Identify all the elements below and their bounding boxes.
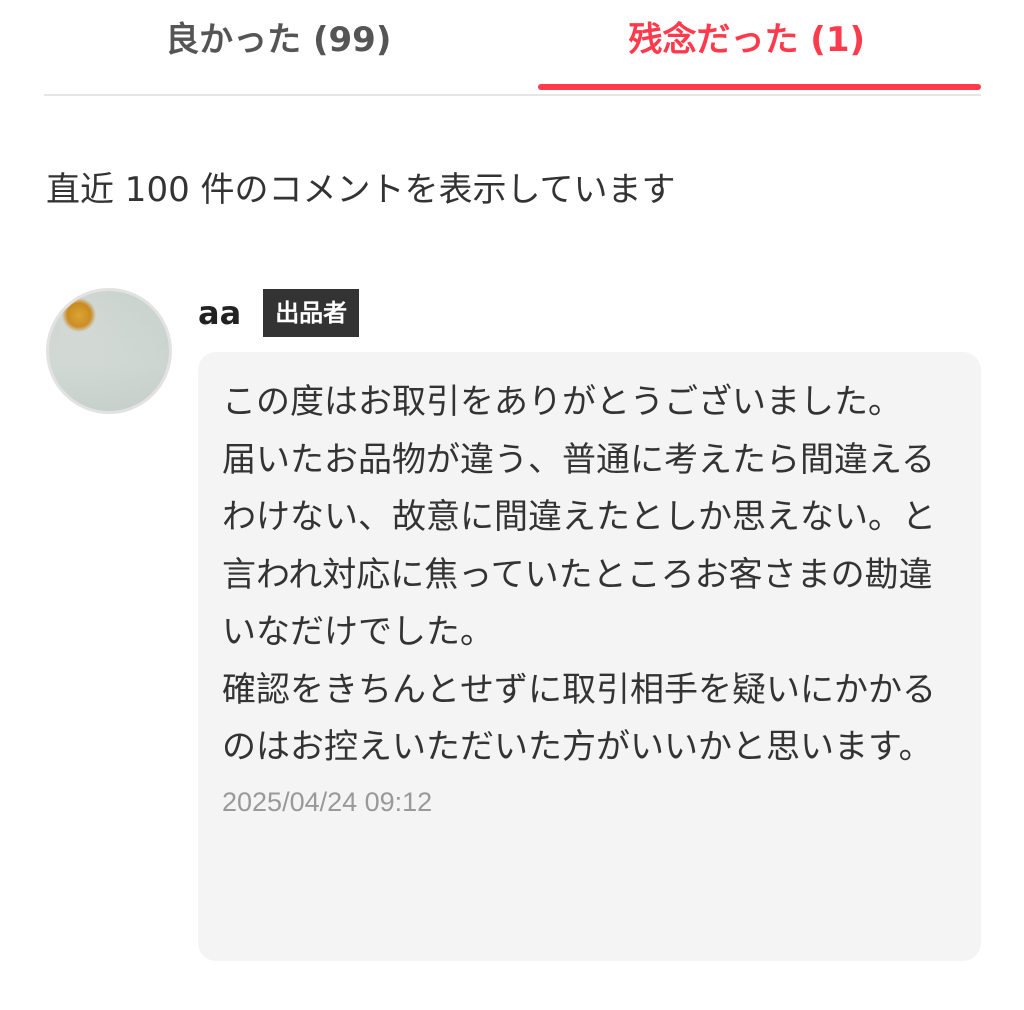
comment-text: この度はお取引をありがとうございました。 届いたお品物が違う、普通に考えたら間違… bbox=[222, 382, 936, 767]
comment-bubble: この度はお取引をありがとうございました。 届いたお品物が違う、普通に考えたら間違… bbox=[198, 352, 981, 961]
tab-good-label: 良かった (99) bbox=[165, 19, 392, 60]
tab-bad[interactable]: 残念だった (1) bbox=[513, 0, 981, 90]
tab-bad-label: 残念だった (1) bbox=[628, 19, 866, 60]
active-tab-indicator bbox=[537, 84, 981, 90]
review-tabs: 良かった (99) 残念だった (1) bbox=[44, 0, 981, 96]
comment-count-notice: 直近 100 件のコメントを表示しています bbox=[46, 170, 676, 210]
seller-badge: 出品者 bbox=[263, 289, 360, 337]
username[interactable]: aa bbox=[198, 294, 241, 332]
comment-header: aa 出品者 bbox=[198, 288, 360, 338]
comment-timestamp: 2025/04/24 09:12 bbox=[222, 786, 433, 817]
avatar-image bbox=[49, 291, 169, 411]
tab-good[interactable]: 良かった (99) bbox=[44, 0, 513, 72]
avatar[interactable] bbox=[46, 288, 172, 414]
